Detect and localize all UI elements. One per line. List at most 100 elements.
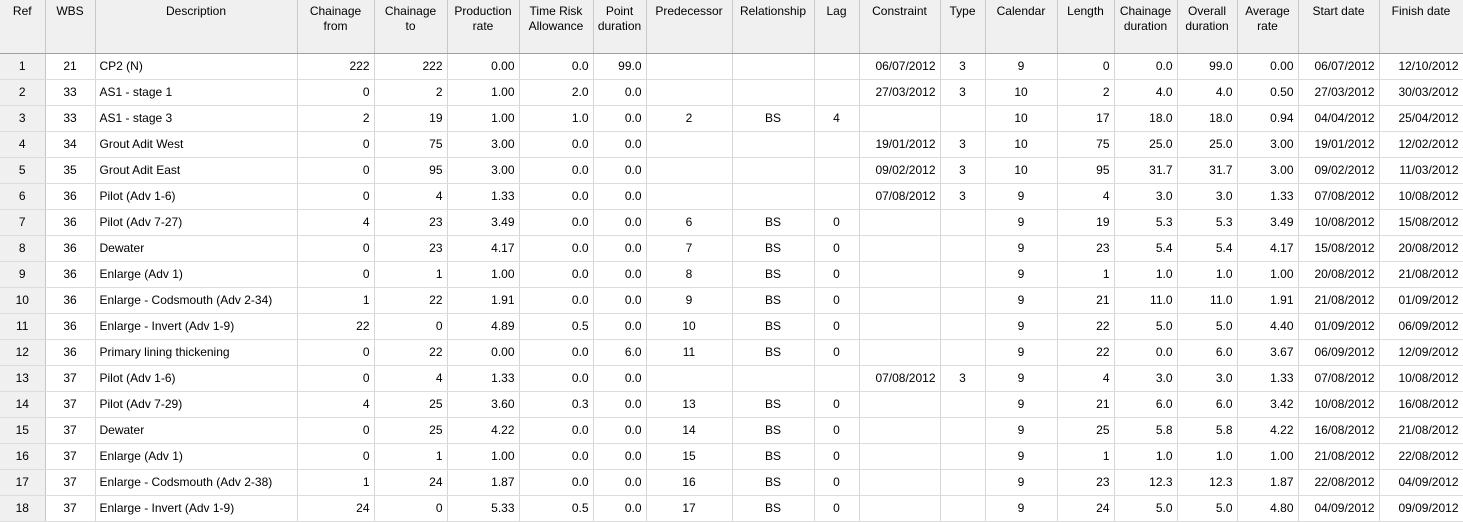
- table-row[interactable]: 11 36 Enlarge - Invert (Adv 1-9) 22 0 4.89 0.5…: [0, 313, 1463, 340]
- table-cell[interactable]: 2: [646, 105, 733, 132]
- table-cell[interactable]: 4.17: [447, 235, 520, 262]
- table-cell[interactable]: 0: [814, 235, 860, 262]
- table-cell[interactable]: 13: [646, 391, 733, 418]
- table-cell[interactable]: [646, 53, 733, 80]
- table-cell[interactable]: 10: [985, 105, 1058, 132]
- table-cell[interactable]: 19/01/2012: [859, 131, 941, 158]
- table-cell[interactable]: 3.0: [1177, 365, 1238, 392]
- table-cell[interactable]: 3.67: [1237, 339, 1299, 366]
- table-cell[interactable]: 3.0: [1114, 365, 1178, 392]
- table-cell[interactable]: Enlarge (Adv 1): [95, 261, 298, 288]
- table-cell[interactable]: [646, 183, 733, 210]
- table-cell[interactable]: BS: [732, 443, 815, 470]
- table-row[interactable]: 17 37 Enlarge - Codsmouth (Adv 2-38) 1 24 1.8…: [0, 469, 1463, 496]
- table-cell[interactable]: 0.0: [593, 105, 647, 132]
- table-cell[interactable]: 20/08/2012: [1379, 235, 1463, 262]
- table-cell[interactable]: 1.00: [447, 443, 520, 470]
- table-cell[interactable]: 24: [297, 495, 375, 522]
- table-cell[interactable]: 9: [985, 365, 1058, 392]
- row-header[interactable]: 4: [0, 131, 46, 158]
- table-cell[interactable]: Enlarge (Adv 1): [95, 443, 298, 470]
- table-cell[interactable]: [940, 105, 986, 132]
- table-cell[interactable]: 0.0: [593, 261, 647, 288]
- column-header-lag[interactable]: Lag: [814, 0, 860, 54]
- table-cell[interactable]: 21: [1057, 287, 1115, 314]
- table-cell[interactable]: 0.0: [519, 53, 594, 80]
- table-cell[interactable]: 20/08/2012: [1298, 261, 1380, 288]
- table-cell[interactable]: 37: [45, 469, 96, 496]
- table-cell[interactable]: Primary lining thickening: [95, 339, 298, 366]
- table-cell[interactable]: 6.0: [1114, 391, 1178, 418]
- table-cell[interactable]: 10/08/2012: [1298, 209, 1380, 236]
- table-cell[interactable]: BS: [732, 105, 815, 132]
- table-cell[interactable]: 1: [297, 287, 375, 314]
- table-cell[interactable]: [940, 495, 986, 522]
- table-cell[interactable]: 0.0: [519, 443, 594, 470]
- table-cell[interactable]: 14: [646, 417, 733, 444]
- table-cell[interactable]: 0.0: [593, 443, 647, 470]
- table-cell[interactable]: [814, 79, 860, 106]
- table-cell[interactable]: 5.0: [1114, 495, 1178, 522]
- column-header-relationship[interactable]: Relationship: [732, 0, 815, 54]
- table-cell[interactable]: 0.0: [519, 417, 594, 444]
- table-cell[interactable]: 36: [45, 235, 96, 262]
- table-cell[interactable]: 9: [985, 469, 1058, 496]
- table-cell[interactable]: 9: [985, 313, 1058, 340]
- table-cell[interactable]: 07/08/2012: [859, 183, 941, 210]
- row-header[interactable]: 1: [0, 53, 46, 80]
- table-cell[interactable]: 0.0: [519, 183, 594, 210]
- table-cell[interactable]: 9: [985, 443, 1058, 470]
- table-cell[interactable]: [940, 339, 986, 366]
- table-cell[interactable]: 1.87: [447, 469, 520, 496]
- table-cell[interactable]: 0.0: [519, 261, 594, 288]
- table-cell[interactable]: 19: [1057, 209, 1115, 236]
- table-cell[interactable]: 16/08/2012: [1298, 417, 1380, 444]
- table-cell[interactable]: 16: [646, 469, 733, 496]
- table-cell[interactable]: 12/10/2012: [1379, 53, 1463, 80]
- table-cell[interactable]: 11/03/2012: [1379, 157, 1463, 184]
- table-row[interactable]: 2 33 AS1 - stage 1 0 2 1.00 2.0 0.0 27/03/2012 3 1…: [0, 79, 1463, 106]
- table-cell[interactable]: 0.3: [519, 391, 594, 418]
- table-cell[interactable]: 09/02/2012: [1298, 157, 1380, 184]
- row-header[interactable]: 18: [0, 495, 46, 522]
- table-cell[interactable]: 0.5: [519, 495, 594, 522]
- table-cell[interactable]: 37: [45, 417, 96, 444]
- column-header-calendar[interactable]: Calendar: [985, 0, 1058, 54]
- table-cell[interactable]: [814, 53, 860, 80]
- table-cell[interactable]: Dewater: [95, 235, 298, 262]
- table-cell[interactable]: 4.40: [1237, 313, 1299, 340]
- table-cell[interactable]: [859, 391, 941, 418]
- table-cell[interactable]: 0.94: [1237, 105, 1299, 132]
- table-cell[interactable]: 25/04/2012: [1379, 105, 1463, 132]
- table-cell[interactable]: 36: [45, 209, 96, 236]
- table-cell[interactable]: [859, 339, 941, 366]
- table-cell[interactable]: 12.3: [1114, 469, 1178, 496]
- table-cell[interactable]: 21/08/2012: [1379, 261, 1463, 288]
- table-cell[interactable]: [732, 79, 815, 106]
- table-cell[interactable]: 0.0: [593, 495, 647, 522]
- table-cell[interactable]: 1.0: [1177, 261, 1238, 288]
- table-cell[interactable]: 0.0: [593, 417, 647, 444]
- table-cell[interactable]: BS: [732, 339, 815, 366]
- table-cell[interactable]: 04/09/2012: [1298, 495, 1380, 522]
- table-cell[interactable]: [859, 209, 941, 236]
- table-cell[interactable]: 0: [297, 235, 375, 262]
- table-cell[interactable]: [859, 495, 941, 522]
- table-row[interactable]: 14 37 Pilot (Adv 7-29) 4 25 3.60 0.3 0.0 13 BS 0 9 2…: [0, 391, 1463, 418]
- table-cell[interactable]: 0: [297, 261, 375, 288]
- table-cell[interactable]: 4.0: [1114, 79, 1178, 106]
- table-cell[interactable]: 0: [297, 365, 375, 392]
- table-cell[interactable]: 24: [374, 469, 448, 496]
- table-cell[interactable]: [940, 417, 986, 444]
- table-cell[interactable]: 3: [940, 131, 986, 158]
- table-cell[interactable]: 25.0: [1114, 131, 1178, 158]
- table-cell[interactable]: 4.89: [447, 313, 520, 340]
- table-row[interactable]: 12 36 Primary lining thickening 0 22 0.00 0.0 6…: [0, 339, 1463, 366]
- table-cell[interactable]: 10/08/2012: [1379, 183, 1463, 210]
- table-cell[interactable]: 75: [1057, 131, 1115, 158]
- table-cell[interactable]: 2: [374, 79, 448, 106]
- table-cell[interactable]: Enlarge - Invert (Adv 1-9): [95, 495, 298, 522]
- table-cell[interactable]: 10/08/2012: [1379, 365, 1463, 392]
- table-cell[interactable]: 36: [45, 339, 96, 366]
- table-cell[interactable]: 0: [297, 443, 375, 470]
